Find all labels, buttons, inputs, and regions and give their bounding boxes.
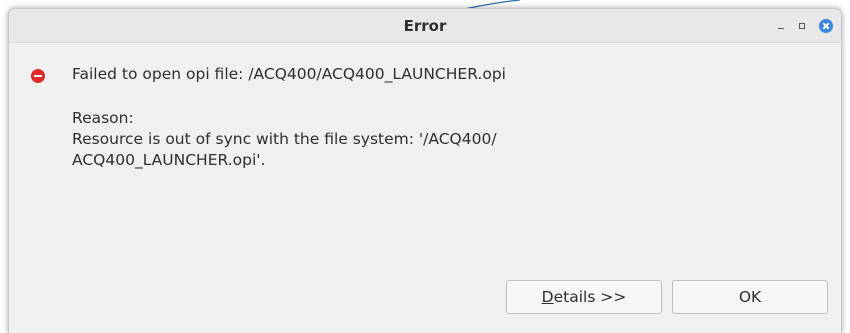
reason-line-1: Resource is out of sync with the file sy… [72, 130, 497, 148]
reason-line-2: ACQ400_LAUNCHER.opi'. [72, 151, 266, 169]
minimize-icon[interactable] [777, 21, 785, 31]
details-label: etails >> [553, 288, 627, 306]
maximize-icon[interactable] [799, 23, 805, 29]
error-dialog: Error Failed to open opi file: /ACQ400/A… [8, 8, 842, 333]
error-summary: Failed to open opi file: /ACQ400/ACQ400_… [72, 65, 506, 83]
dialog-title: Error [403, 17, 447, 35]
details-button[interactable]: Details >> [506, 280, 662, 314]
window-controls [777, 9, 833, 43]
title-bar[interactable]: Error [9, 9, 841, 43]
reason-label: Reason: [72, 109, 134, 127]
error-icon [31, 69, 45, 83]
screen: Error Failed to open opi file: /ACQ400/A… [0, 0, 850, 333]
close-icon[interactable] [819, 19, 833, 33]
error-message: Failed to open opi file: /ACQ400/ACQ400_… [72, 64, 812, 171]
details-mnemonic: D [541, 288, 554, 306]
ok-button[interactable]: OK [672, 280, 828, 314]
